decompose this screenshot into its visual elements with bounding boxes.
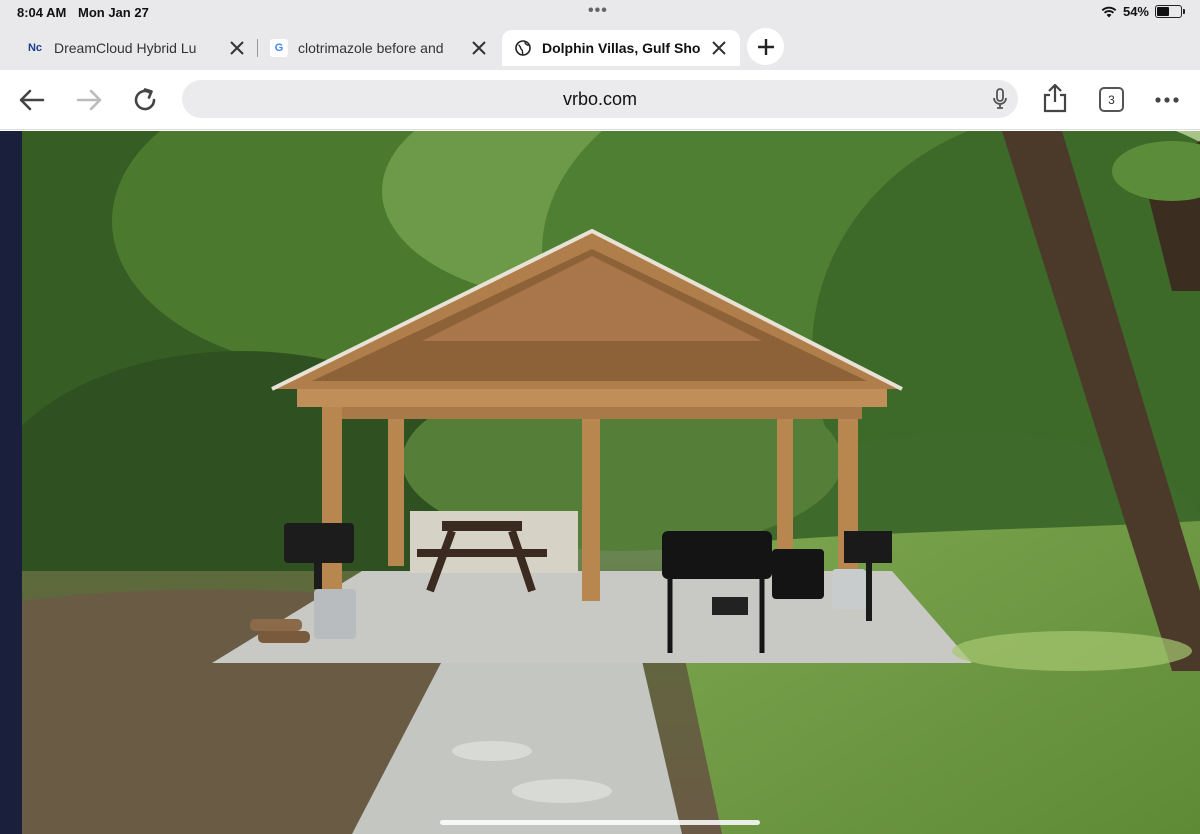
- close-tab-icon[interactable]: [710, 39, 728, 57]
- battery-level: [1157, 7, 1170, 16]
- microphone-icon[interactable]: [992, 88, 1008, 115]
- battery-icon: [1155, 5, 1185, 18]
- url-text: vrbo.com: [562, 89, 638, 109]
- pavilion-image: [22, 131, 1200, 834]
- arrow-right-icon: [76, 89, 102, 111]
- property-photo[interactable]: [22, 131, 1200, 834]
- multitasking-dots-icon[interactable]: •••: [588, 2, 608, 20]
- back-button[interactable]: [18, 86, 46, 114]
- battery-percent: 54%: [1122, 4, 1149, 19]
- tab-overview-button[interactable]: 3: [1099, 87, 1124, 112]
- tab-title: DreamCloud Hybrid Lu: [54, 40, 197, 56]
- status-indicators: 54%: [1101, 4, 1185, 19]
- google-logo-icon: G: [270, 39, 288, 57]
- close-tab-icon[interactable]: [470, 39, 488, 57]
- home-indicator[interactable]: [440, 820, 760, 825]
- tab-title: clotrimazole before and: [298, 40, 444, 56]
- tab-clotrimazole[interactable]: G clotrimazole before and: [258, 30, 500, 66]
- share-icon: [1043, 83, 1067, 113]
- arrow-left-icon: [19, 89, 45, 111]
- plus-icon: [757, 38, 774, 55]
- status-time: 8:04 AM: [17, 5, 67, 20]
- address-bar[interactable]: vrbo.com: [182, 80, 1018, 118]
- close-tab-icon[interactable]: [228, 39, 246, 57]
- tab-title: Dolphin Villas, Gulf Sho: [542, 40, 701, 56]
- globe-icon: [514, 39, 532, 57]
- dreamcloud-logo-icon: Nc: [27, 42, 43, 54]
- status-bar: 8:04 AM Mon Jan 27 ••• 54%: [0, 0, 1200, 26]
- reload-button[interactable]: [131, 86, 159, 114]
- forward-button[interactable]: [75, 86, 103, 114]
- more-options-button[interactable]: [1153, 86, 1181, 114]
- tab-dreamcloud[interactable]: Nc DreamCloud Hybrid Lu: [14, 30, 258, 66]
- status-date: Mon Jan 27: [78, 5, 149, 20]
- share-button[interactable]: [1041, 83, 1069, 113]
- tab-bar: Nc DreamCloud Hybrid Lu G clotrimazole b…: [0, 26, 1200, 70]
- wifi-icon: [1101, 6, 1117, 18]
- tab-dolphin-villas[interactable]: Dolphin Villas, Gulf Sho: [502, 30, 740, 66]
- page-content: [0, 131, 1200, 834]
- new-tab-button[interactable]: [747, 28, 784, 65]
- toolbar: vrbo.com 3: [0, 70, 1200, 130]
- reload-icon: [134, 88, 156, 111]
- more-dots-icon: [1155, 97, 1179, 103]
